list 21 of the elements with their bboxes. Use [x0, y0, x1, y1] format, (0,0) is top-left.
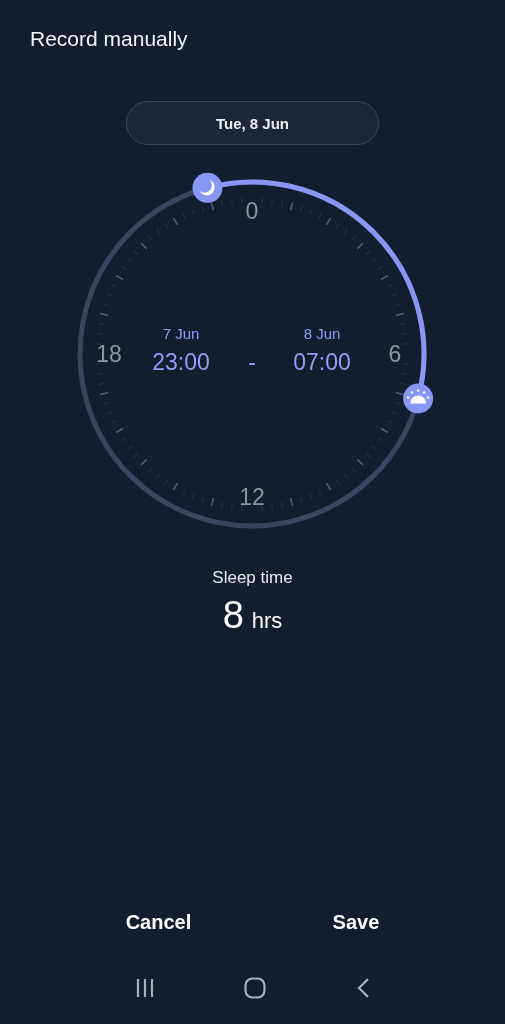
start-time: 23:00 [152, 349, 210, 375]
sleep-time-label: Sleep time [212, 568, 293, 588]
wake-time-handle[interactable] [403, 383, 434, 414]
dial-label: 0 [245, 198, 259, 224]
back-icon[interactable] [356, 977, 371, 999]
end-date: 8 Jun [303, 325, 341, 342]
dial-label: 18 [96, 341, 122, 367]
end-time: 07:00 [293, 349, 351, 375]
screen-title: Record manually [30, 26, 189, 52]
dial-label: 6 [388, 341, 402, 367]
recent-apps-icon[interactable] [134, 978, 155, 998]
start-date: 7 Jun [162, 325, 200, 342]
dial-label: 12 [239, 484, 265, 510]
action-button[interactable]: Save [318, 903, 394, 942]
date-button[interactable]: Tue, 8 Jun [126, 101, 379, 145]
sleep-hours: 8 [222, 594, 244, 637]
home-icon[interactable] [244, 977, 267, 999]
bedtime-handle[interactable] [192, 172, 223, 203]
action-button[interactable]: Cancel [111, 903, 206, 942]
separator: - [248, 349, 256, 375]
hours-unit: hrs [251, 608, 283, 634]
